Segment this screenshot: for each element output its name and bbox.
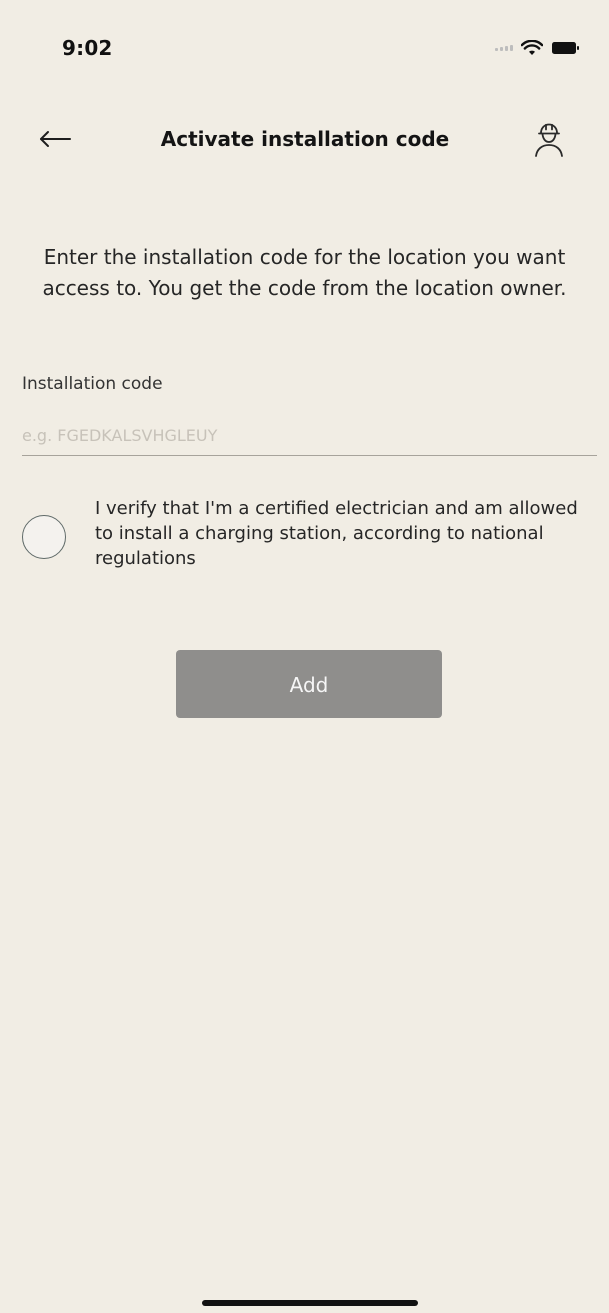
status-icons xyxy=(495,40,581,56)
cellular-signal-icon xyxy=(495,45,513,51)
home-indicator xyxy=(202,1300,418,1306)
worker-profile-icon xyxy=(535,123,563,157)
verification-row[interactable]: I verify that I'm a certified electricia… xyxy=(22,496,592,586)
status-time: 9:02 xyxy=(62,36,113,60)
installation-code-label: Installation code xyxy=(22,374,163,394)
verification-radio[interactable] xyxy=(22,515,66,559)
profile-button[interactable] xyxy=(527,116,571,160)
installation-code-input[interactable] xyxy=(22,416,597,456)
back-button[interactable] xyxy=(38,124,72,154)
add-button[interactable]: Add xyxy=(176,650,442,718)
verification-text: I verify that I'm a certified electricia… xyxy=(95,498,578,569)
wifi-icon xyxy=(521,40,543,55)
page-title: Activate installation code xyxy=(160,127,450,151)
intro-text: Enter the installation code for the loca… xyxy=(42,245,567,300)
status-bar: 9:02 xyxy=(0,0,609,95)
arrow-left-icon xyxy=(40,131,71,147)
header: Activate installation code xyxy=(0,110,609,170)
battery-icon xyxy=(552,42,579,54)
